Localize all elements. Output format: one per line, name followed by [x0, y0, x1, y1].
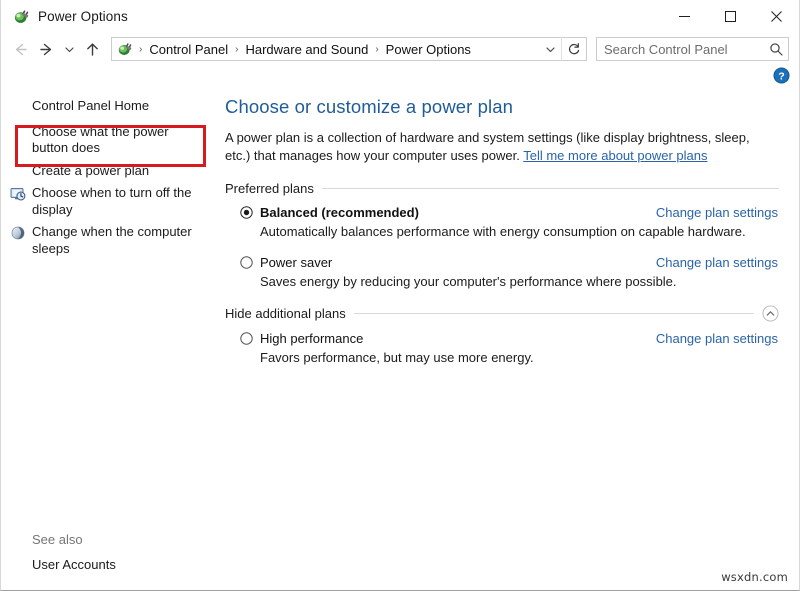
chevron-up-circle-icon[interactable] — [762, 305, 779, 322]
power-plug-icon — [118, 43, 132, 55]
group-label: Hide additional plans — [225, 306, 346, 321]
address-bar[interactable]: › Control Panel › Hardware and Sound › P… — [111, 37, 587, 61]
minimize-button[interactable] — [661, 0, 707, 32]
group-divider — [353, 313, 754, 314]
plan-power-saver: Power saver Change plan settings Saves e… — [225, 255, 779, 289]
see-also-link-user-accounts[interactable]: User Accounts — [1, 557, 220, 572]
close-button[interactable] — [753, 0, 799, 32]
help-circle-icon[interactable]: ? — [773, 67, 790, 84]
breadcrumb-item-power-options[interactable]: Power Options — [382, 40, 475, 59]
radio-selected-icon[interactable] — [240, 206, 253, 219]
back-arrow-icon — [15, 43, 27, 55]
see-also-title: See also — [32, 532, 83, 547]
plan-description: Automatically balances performance with … — [260, 224, 746, 239]
close-icon — [770, 10, 782, 22]
navigation-toolbar: › Control Panel › Hardware and Sound › P… — [1, 32, 799, 66]
maximize-icon — [724, 10, 736, 22]
plan-name: Power saver — [260, 255, 333, 270]
forward-arrow-icon — [39, 43, 51, 55]
plan-high-performance: High performance Change plan settings Fa… — [225, 331, 779, 365]
sidebar-item-choose-what-power-button-does[interactable]: Choose what the power button does — [1, 121, 220, 160]
window-title: Power Options — [38, 8, 128, 24]
plan-row: Power saver Change plan settings — [240, 255, 779, 270]
display-clock-icon — [10, 188, 26, 201]
tell-me-more-link[interactable]: Tell me more about power plans — [523, 148, 707, 163]
watermark: wsxdn.com — [721, 570, 788, 584]
up-arrow-icon — [86, 42, 98, 56]
group-header: Preferred plans — [225, 181, 779, 196]
plan-main[interactable]: High performance — [240, 331, 363, 346]
sidebar-item-label: Change when the computer sleeps — [32, 224, 192, 256]
sidebar: Control Panel Home Choose what the power… — [1, 90, 220, 590]
group-label: Preferred plans — [225, 181, 314, 196]
search-button[interactable] — [764, 38, 788, 60]
change-plan-settings-link-high-performance[interactable]: Change plan settings — [656, 331, 779, 346]
up-button[interactable] — [79, 36, 105, 62]
sidebar-item-control-panel-home[interactable]: Control Panel Home — [1, 94, 220, 121]
sidebar-item-label: Create a power plan — [32, 162, 150, 178]
sidebar-item-choose-when-to-turn-off-display[interactable]: Choose when to turn off the display — [1, 182, 220, 221]
group-divider — [321, 188, 779, 189]
radio-unselected-icon[interactable] — [240, 332, 253, 345]
search-icon — [770, 43, 783, 56]
search-box[interactable] — [596, 37, 789, 61]
power-plug-icon — [14, 9, 29, 23]
address-dropdown-button[interactable] — [539, 38, 561, 60]
radio-unselected-icon[interactable] — [240, 256, 253, 269]
breadcrumb-separator: › — [375, 43, 379, 55]
sidebar-item-change-when-computer-sleeps[interactable]: Change when the computer sleeps — [1, 221, 220, 260]
plan-description: Saves energy by reducing your computer's… — [260, 274, 677, 289]
title-bar: Power Options — [1, 0, 799, 32]
change-plan-settings-link-balanced[interactable]: Change plan settings — [656, 205, 779, 220]
plan-name: High performance — [260, 331, 364, 346]
moon-sleep-icon — [11, 226, 25, 240]
plan-balanced: Balanced (recommended) Change plan setti… — [225, 205, 779, 239]
back-button[interactable] — [7, 36, 33, 62]
plan-main[interactable]: Power saver — [240, 255, 332, 270]
breadcrumb-separator: › — [139, 43, 143, 55]
maximize-button[interactable] — [707, 0, 753, 32]
chevron-down-icon — [64, 46, 74, 52]
plan-main[interactable]: Balanced (recommended) — [240, 205, 419, 220]
chevron-down-icon — [545, 46, 555, 52]
breadcrumb: › Control Panel › Hardware and Sound › P… — [136, 40, 539, 59]
help-row: ? — [1, 66, 799, 90]
content-area: Control Panel Home Choose what the power… — [1, 90, 799, 590]
sidebar-item-create-a-power-plan[interactable]: Create a power plan — [1, 160, 220, 183]
search-input[interactable] — [597, 41, 764, 57]
sidebar-item-label: Choose when to turn off the display — [32, 185, 192, 217]
refresh-icon — [568, 43, 580, 55]
recent-locations-button[interactable] — [59, 36, 79, 62]
sidebar-item-label: Choose what the power button does — [32, 123, 169, 156]
window-controls — [661, 0, 799, 32]
refresh-button[interactable] — [561, 37, 586, 61]
see-also-section: See also User Accounts — [1, 532, 220, 572]
breadcrumb-item-hardware-and-sound[interactable]: Hardware and Sound — [241, 40, 372, 59]
plan-row: Balanced (recommended) Change plan setti… — [240, 205, 779, 220]
minimize-icon — [678, 15, 690, 17]
svg-text:?: ? — [778, 71, 784, 82]
plan-description: Favors performance, but may use more ene… — [260, 350, 534, 365]
plan-row: High performance Change plan settings — [240, 331, 779, 346]
group-header: Hide additional plans — [225, 305, 779, 322]
sidebar-item-label: Control Panel Home — [32, 98, 150, 113]
group-additional-plans: Hide additional plans High performance C… — [225, 305, 779, 365]
breadcrumb-separator: › — [235, 43, 239, 55]
intro-paragraph: A power plan is a collection of hardware… — [225, 129, 765, 164]
power-options-window: Power Options › Control Panel › Hardware… — [0, 0, 800, 591]
change-plan-settings-link-power-saver[interactable]: Change plan settings — [656, 255, 779, 270]
plan-name: Balanced (recommended) — [260, 205, 419, 220]
main-content: Choose or customize a power plan A power… — [220, 90, 799, 590]
forward-button[interactable] — [33, 36, 59, 62]
group-preferred-plans: Preferred plans Balanced (recommended) C… — [225, 181, 779, 289]
page-title: Choose or customize a power plan — [225, 96, 514, 117]
breadcrumb-item-control-panel[interactable]: Control Panel — [145, 40, 232, 59]
